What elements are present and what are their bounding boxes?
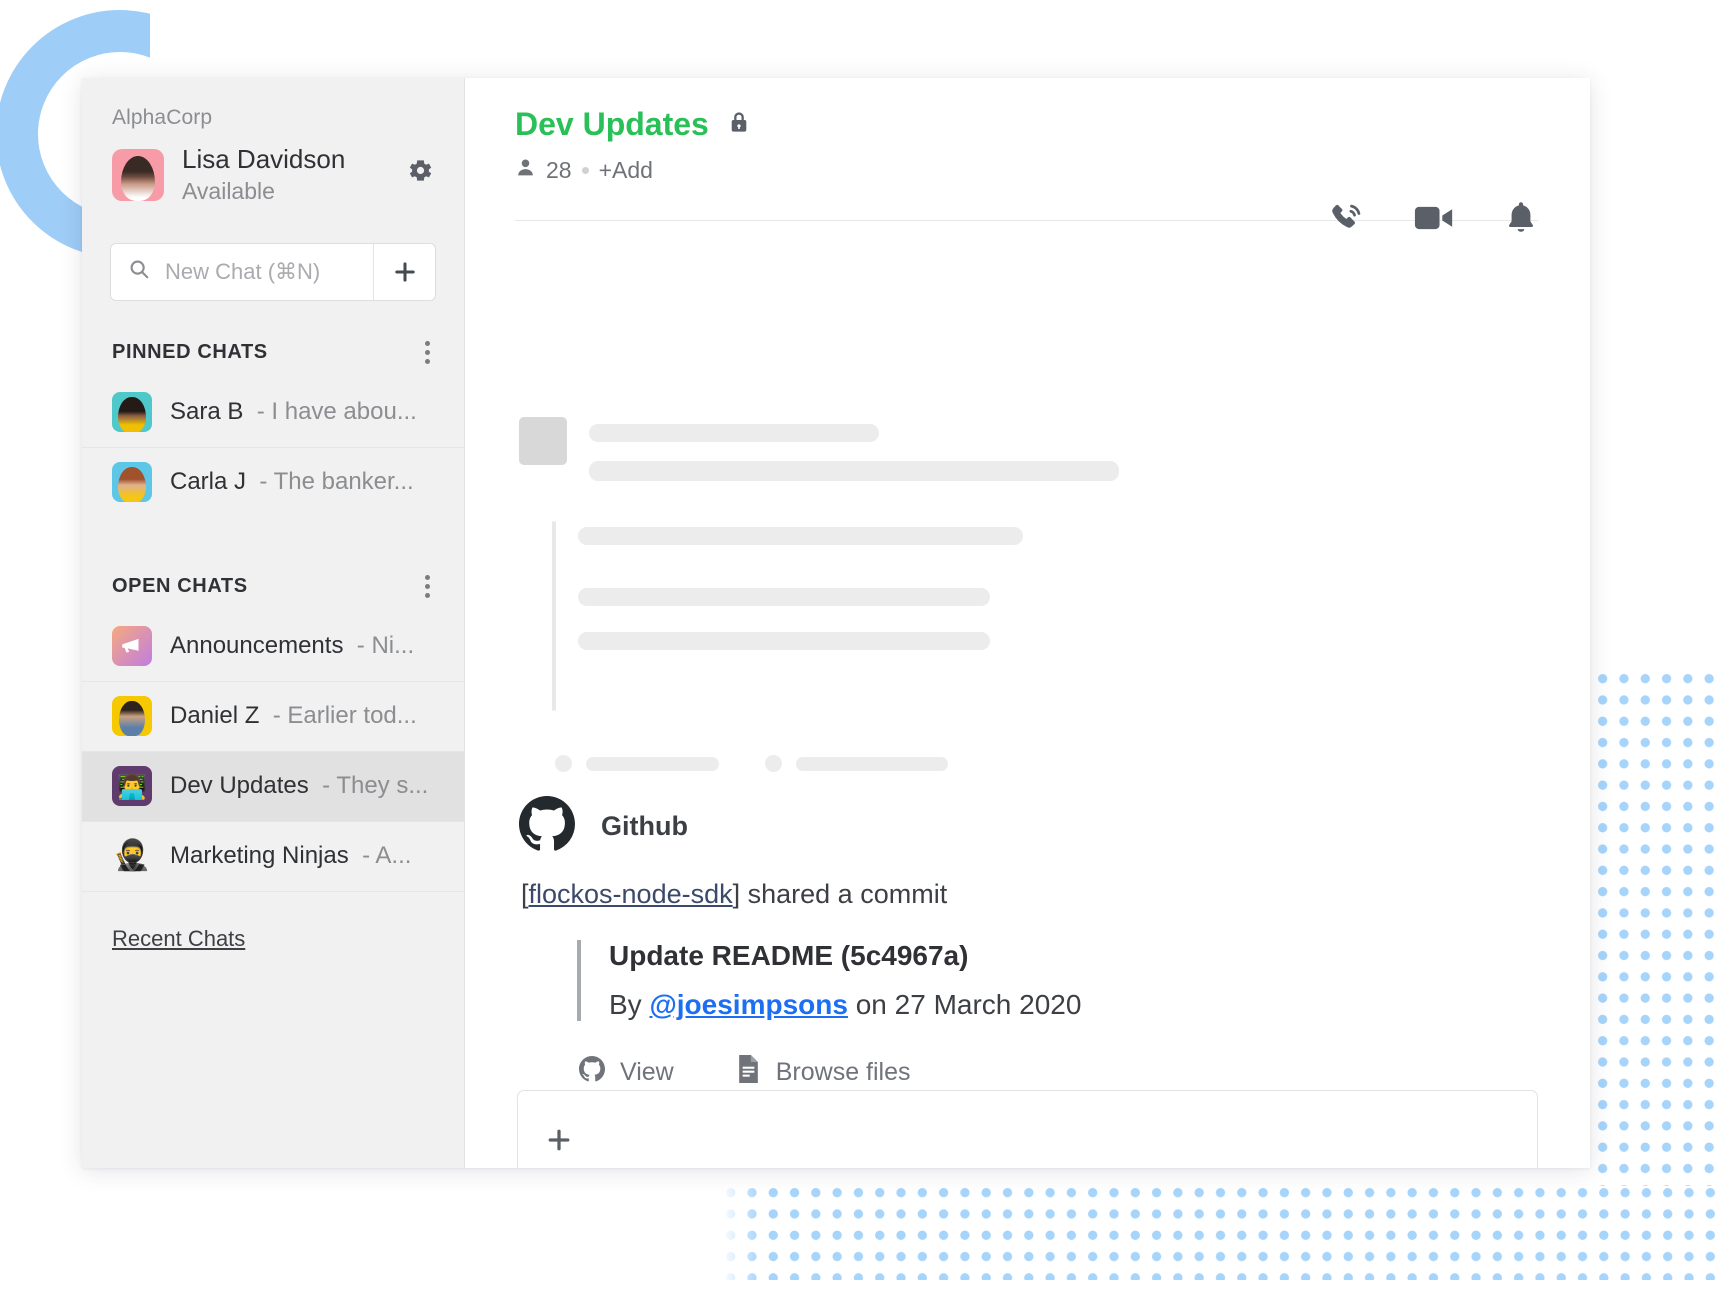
- sidebar-item-dev-updates[interactable]: 👨‍💻 Dev Updates - They s...: [82, 751, 464, 822]
- profile-name: Lisa Davidson: [182, 144, 346, 174]
- message-shared-line: [flockos-node-sdk] shared a commit: [521, 879, 948, 909]
- decorative-dot-grid-bottom: [718, 1180, 1720, 1280]
- chat-list-pinned: Sara B - I have abou... Carla J - The ba…: [82, 378, 464, 517]
- section-title: PINNED CHATS: [112, 340, 268, 363]
- skeleton-line: [589, 461, 1119, 481]
- profile-status: Available: [182, 177, 275, 204]
- message-composer[interactable]: [517, 1090, 1538, 1168]
- chat-app-window: AlphaCorp Lisa Davidson Available New Ch…: [82, 78, 1590, 1168]
- commit-title: Update README (5c4967a): [609, 940, 969, 971]
- list-item[interactable]: Sara B - I have abou...: [82, 378, 464, 448]
- phone-icon[interactable]: [1328, 200, 1364, 236]
- skeleton-line: [796, 756, 948, 771]
- section-header-pinned: PINNED CHATS: [82, 337, 464, 368]
- search-input[interactable]: [163, 257, 373, 286]
- view-button[interactable]: View: [579, 1056, 674, 1089]
- browse-files-label: Browse files: [775, 1058, 911, 1086]
- avatar: 👨‍💻: [112, 766, 152, 807]
- sidebar: AlphaCorp Lisa Davidson Available New Ch…: [82, 78, 465, 1168]
- avatar: 🥷: [113, 839, 151, 873]
- kebab-menu-icon[interactable]: [421, 337, 434, 368]
- quote-bar: [577, 940, 581, 1021]
- kebab-menu-icon[interactable]: [421, 571, 434, 602]
- github-message-card: Github [flockos-node-sdk] shared a commi…: [465, 772, 1590, 1090]
- search-box[interactable]: [111, 244, 373, 300]
- chat-row-label: Daniel Z - Earlier tod...: [170, 702, 417, 730]
- attach-plus-icon[interactable]: [544, 1125, 574, 1155]
- browse-files-button[interactable]: Browse files: [736, 1055, 911, 1090]
- chat-row-label: Dev Updates - They s...: [170, 772, 429, 800]
- page-title: Dev Updates: [515, 106, 709, 142]
- chat-list-open: Announcements - Ni... Daniel Z - Earlier…: [82, 612, 464, 892]
- decorative-dot-grid-right: [1590, 666, 1720, 1186]
- skeleton-line: [578, 527, 1023, 545]
- chat-header: Dev Updates 28 +Add: [465, 78, 1590, 232]
- new-chat-button[interactable]: [373, 243, 435, 300]
- decorative-dot-grid-fade: [700, 1180, 760, 1300]
- recent-chats-wrap: Recent Chats: [82, 892, 464, 952]
- recent-chats-link[interactable]: Recent Chats: [112, 926, 245, 951]
- file-document-icon: [736, 1055, 761, 1090]
- skeleton-dot: [555, 755, 572, 772]
- author-link[interactable]: @joesimpsons: [649, 989, 847, 1020]
- composer-wrap: [465, 1090, 1590, 1168]
- gear-icon[interactable]: [406, 156, 434, 184]
- github-icon: [519, 796, 575, 857]
- skeleton-quote-bar: [552, 521, 556, 711]
- plus-icon: [394, 261, 415, 282]
- chat-row-label: Marketing Ninjas - A...: [170, 842, 412, 870]
- search-icon: [128, 258, 150, 285]
- chat-member-info: 28 +Add: [515, 157, 1552, 184]
- avatar: [112, 696, 152, 737]
- lock-icon: [727, 109, 751, 140]
- avatar: [112, 462, 152, 503]
- section-header-open: OPEN CHATS: [82, 571, 464, 602]
- message-skeleton-placeholder: [465, 221, 1590, 772]
- chat-row-label: Carla J - The banker...: [170, 468, 414, 496]
- search-row: [110, 242, 436, 301]
- commit-quote: Update README (5c4967a) By @joesimpsons …: [577, 940, 1590, 1021]
- profile-row[interactable]: Lisa Davidson Available: [112, 144, 464, 207]
- avatar: [112, 626, 152, 667]
- separator-dot: [581, 167, 589, 174]
- skeleton-line: [586, 756, 719, 771]
- chat-row-label: Announcements - Ni...: [170, 632, 415, 660]
- chat-row-label: Sara B - I have abou...: [170, 398, 417, 426]
- org-name: AlphaCorp: [112, 106, 213, 129]
- skeleton-line: [589, 424, 879, 442]
- member-count: 28: [546, 157, 572, 183]
- skeleton-dot: [765, 755, 782, 772]
- megaphone-icon: [122, 638, 139, 653]
- add-member-button[interactable]: +Add: [599, 157, 653, 184]
- commit-author-line: By @joesimpsons on 27 March 2020: [609, 989, 1082, 1020]
- avatar: [112, 392, 152, 433]
- list-item[interactable]: Carla J - The banker...: [82, 448, 464, 517]
- view-button-label: View: [620, 1058, 674, 1086]
- chat-header-actions: [1328, 200, 1538, 236]
- list-item[interactable]: Daniel Z - Earlier tod...: [82, 682, 464, 752]
- skeleton-line: [578, 632, 990, 650]
- message-app-name: Github: [601, 811, 688, 841]
- list-item[interactable]: 🥷 Marketing Ninjas - A...: [82, 822, 464, 892]
- section-title: OPEN CHATS: [112, 574, 248, 597]
- message-actions: View Browse files: [579, 1055, 1590, 1090]
- list-item[interactable]: Announcements - Ni...: [82, 612, 464, 682]
- video-camera-icon[interactable]: [1414, 203, 1454, 233]
- skeleton-avatar: [519, 417, 567, 465]
- github-icon: [579, 1056, 605, 1089]
- bell-icon[interactable]: [1504, 200, 1538, 236]
- repo-link[interactable]: flockos-node-sdk: [529, 879, 733, 909]
- main-panel: Dev Updates 28 +Add Github [flockos-node…: [465, 78, 1590, 1168]
- avatar: [112, 149, 164, 202]
- person-icon: [515, 157, 536, 184]
- skeleton-line: [578, 588, 990, 606]
